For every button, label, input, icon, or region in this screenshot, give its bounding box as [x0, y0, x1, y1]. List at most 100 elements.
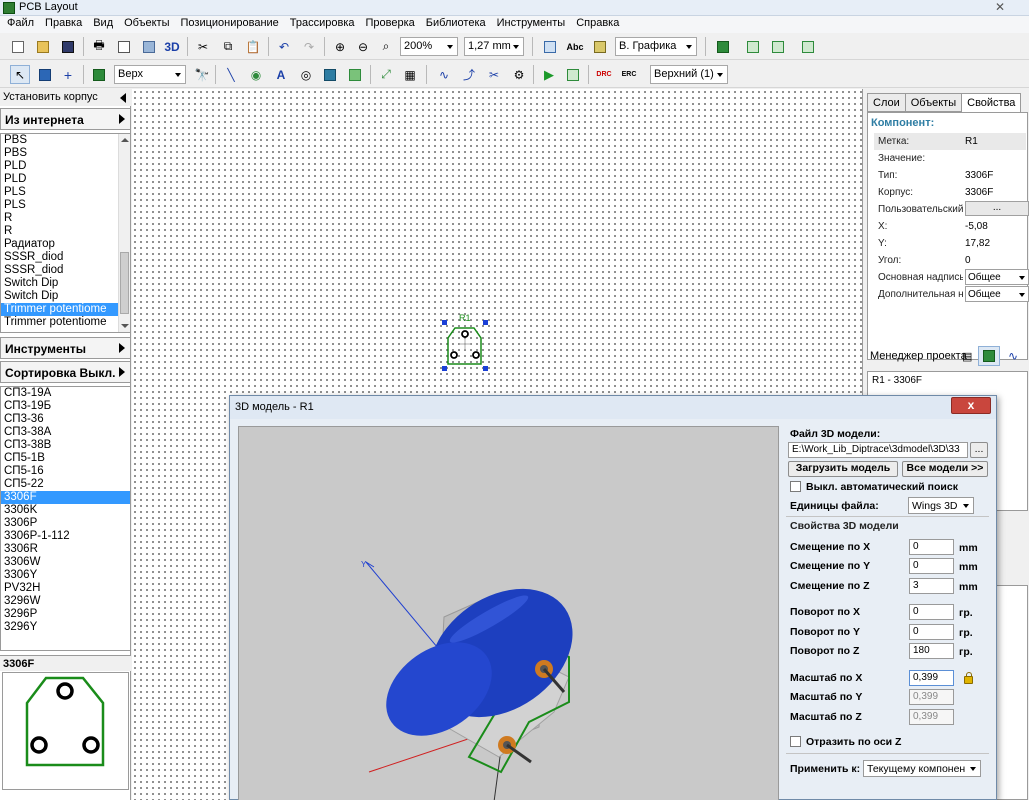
component-list-item[interactable]: СП3-19А [1, 387, 130, 400]
component-list-item[interactable]: 3306F [1, 491, 130, 504]
component-list[interactable]: СП3-19А СП3-19Б СП3-36 СП3-38А СП3-38В СП5-1В… [0, 386, 131, 651]
scale-z-input[interactable]: 0,399 [909, 709, 954, 725]
crosshair-icon[interactable]: + [58, 65, 78, 84]
menu-placement[interactable]: Позиционирование [177, 16, 286, 33]
component-list-item[interactable]: СП5-16 [1, 465, 130, 478]
project-tree-item[interactable]: R1 - 3306F [872, 375, 1023, 386]
main-label-combo[interactable]: Общее [965, 269, 1029, 285]
library-list-item[interactable]: PLS [1, 199, 130, 212]
library-list-item[interactable]: Trimmer potentiome [1, 303, 130, 316]
zoom-fit-icon[interactable]: ⌕ [376, 37, 396, 56]
sort-button[interactable]: Сортировка Выкл. [0, 361, 131, 383]
library-list-item[interactable]: Trimmer potentiome [1, 316, 130, 329]
layer-combo[interactable]: Верх [114, 65, 186, 84]
dialog-close-button[interactable]: x [951, 397, 991, 414]
zoom-out-icon[interactable]: ⊖ [353, 37, 373, 56]
library-list-scrollbar[interactable] [118, 134, 130, 332]
side-combo[interactable]: Верхний (1) [650, 65, 728, 84]
menu-help[interactable]: Справка [572, 16, 626, 33]
library-list-item[interactable]: PLD [1, 173, 130, 186]
library-list-item[interactable]: PLS [1, 186, 130, 199]
component-list-item[interactable]: 3296P [1, 608, 130, 621]
binoculars-icon[interactable]: 🔭 [192, 65, 212, 84]
scale-y-input[interactable]: 0,399 [909, 689, 954, 705]
route-setup-icon[interactable]: ⚙ [509, 65, 529, 84]
prop-label-row[interactable]: Метка: R1 [874, 133, 1026, 150]
menu-library[interactable]: Библиотека [422, 16, 493, 33]
extra-label-combo[interactable]: Общее [965, 286, 1029, 302]
tools-button[interactable]: Инструменты [0, 337, 131, 359]
undo-icon[interactable]: ↶ [274, 37, 294, 56]
via-icon[interactable]: ◎ [296, 65, 316, 84]
prop-x-row[interactable]: X: -5,08 [874, 218, 1026, 235]
text-tool-icon[interactable]: A [271, 65, 291, 84]
save-icon[interactable] [58, 37, 78, 56]
menu-edit[interactable]: Правка [41, 16, 89, 33]
component-list-item[interactable]: СП3-38А [1, 426, 130, 439]
model-3d-viewport[interactable]: Y [238, 426, 779, 800]
route-line-icon[interactable]: ╲ [221, 65, 241, 84]
print-icon[interactable]: 🖶 [89, 37, 109, 56]
zoom-in-icon[interactable]: ⊕ [330, 37, 350, 56]
component-list-item[interactable]: 3306W [1, 556, 130, 569]
prop-extra-label-row[interactable]: Дополнительная надпись:Общее [874, 286, 1029, 303]
pm-components-icon[interactable] [978, 346, 1000, 366]
board-outline-icon[interactable] [345, 65, 365, 84]
place-footprint-header[interactable]: Установить корпус [0, 89, 131, 106]
custom-props-button[interactable]: ... [965, 201, 1029, 216]
pad-icon[interactable]: ◉ [246, 65, 266, 84]
component-list-item[interactable]: 3296W [1, 595, 130, 608]
component-list-item[interactable]: 3296Y [1, 621, 130, 634]
image-icon[interactable] [590, 37, 610, 56]
bus-icon[interactable] [713, 37, 733, 56]
menu-objects[interactable]: Объекты [120, 16, 176, 33]
library-list-item[interactable]: Радиатор [1, 238, 130, 251]
library-list-item[interactable]: R [1, 212, 130, 225]
export-icon[interactable] [139, 37, 159, 56]
tab-properties[interactable]: Свойства [961, 93, 1022, 113]
autoroute-options-icon[interactable] [563, 65, 583, 84]
menu-routing[interactable]: Трассировка [286, 16, 362, 33]
offset-y-input[interactable]: 0 [909, 558, 954, 574]
offset-x-input[interactable]: 0 [909, 539, 954, 555]
tab-objects[interactable]: Объекты [904, 93, 963, 112]
library-list-item[interactable]: R [1, 225, 130, 238]
drc-icon[interactable]: DRC [594, 65, 614, 84]
rot-z-input[interactable]: 180 [909, 643, 954, 659]
component-list-item[interactable]: СП5-22 [1, 478, 130, 491]
browse-button[interactable]: ... [970, 442, 988, 458]
prop-custom-row[interactable]: Пользовательский:... [874, 201, 1029, 218]
view-mode-combo[interactable]: В. Графика [615, 37, 697, 56]
collapse-left-icon[interactable] [120, 93, 126, 103]
scale-lock-icon[interactable] [964, 672, 973, 684]
library-list-item[interactable]: Switch Dip [1, 277, 130, 290]
scroll-down-icon[interactable] [121, 324, 129, 328]
renumber-icon[interactable] [798, 37, 818, 56]
scroll-thumb[interactable] [120, 252, 129, 314]
component-list-item[interactable]: 3306K [1, 504, 130, 517]
place-pad-icon[interactable] [743, 37, 763, 56]
library-list-item[interactable]: PLD [1, 160, 130, 173]
layer-icon[interactable] [89, 65, 109, 84]
component-list-item[interactable]: 3306P-1-112 [1, 530, 130, 543]
component-list-item[interactable]: 3306P [1, 517, 130, 530]
menu-tools[interactable]: Инструменты [493, 16, 573, 33]
from-internet-button[interactable]: Из интернета [0, 108, 131, 130]
copper-pour-icon[interactable] [320, 65, 340, 84]
component-view-icon[interactable]: ▤ [962, 350, 972, 363]
rot-y-input[interactable]: 0 [909, 624, 954, 640]
prop-y-row[interactable]: Y: 17,82 [874, 235, 1026, 252]
mirror-z-checkbox[interactable] [790, 736, 801, 747]
offset-z-input[interactable]: 3 [909, 578, 954, 594]
open-folder-icon[interactable] [33, 37, 53, 56]
select-cursor-icon[interactable]: ↖ [10, 65, 30, 84]
library-list-item[interactable]: SSSR_diod [1, 251, 130, 264]
tab-layers[interactable]: Слои [867, 93, 906, 112]
library-list-item[interactable]: Switch Dip [1, 290, 130, 303]
split-trace-icon[interactable]: ✂ [484, 65, 504, 84]
menu-verification[interactable]: Проверка [362, 16, 422, 33]
dimension-icon[interactable]: ⤢ [376, 65, 396, 84]
copy-icon[interactable]: ⧉ [218, 37, 238, 56]
place-via-icon[interactable] [768, 37, 788, 56]
prop-value-row[interactable]: Значение: [874, 150, 1026, 167]
